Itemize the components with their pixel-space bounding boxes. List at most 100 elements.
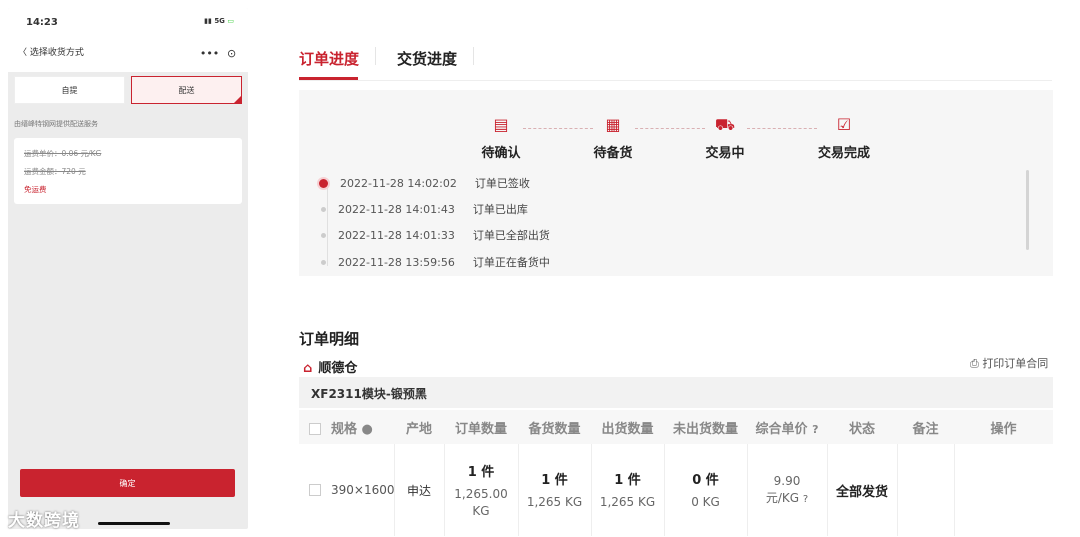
help-icon: ? — [812, 422, 819, 436]
status-bar: 14:23 ▮▮ 5G ▭ — [8, 8, 248, 36]
printer-icon: ⎙ — [970, 357, 979, 370]
cell-stock-qty: 1 件 1,265 KG — [518, 444, 592, 536]
price-unit: 元/KG ? — [748, 490, 827, 508]
col-order-qty: 订单数量 — [444, 410, 518, 444]
timeline-message: 订单正在备货中 — [472, 256, 550, 269]
status-time: 14:23 — [26, 17, 58, 28]
timeline-message: 订单已全部出货 — [472, 229, 550, 242]
pickup-option[interactable]: 自提 — [14, 76, 125, 104]
tab-order-progress[interactable]: 订单进度 — [299, 48, 359, 69]
confirm-button[interactable]: 确定 — [20, 469, 235, 497]
tab-divider — [375, 47, 376, 65]
col-unship-qty: 未出货数量 — [664, 410, 747, 444]
cell-action — [954, 444, 1053, 536]
col-origin: 产地 — [394, 410, 444, 444]
battery-icon: ▭ — [227, 17, 234, 25]
mini-program-capsule: ••• ⊙ — [196, 43, 240, 63]
unship-qty-value: 0 件 — [692, 473, 719, 488]
timeline-item: 2022-11-28 14:02:02 订单已签收 — [319, 174, 530, 192]
col-status: 状态 — [827, 410, 897, 444]
status-value: 全部发货 — [835, 484, 888, 500]
warehouse-icon: ⌂ — [303, 361, 313, 376]
active-tab-indicator — [299, 77, 358, 80]
step-label: 交易完成 — [817, 146, 870, 161]
table-row: 390×1600 申达 1 件 1,265.00 KG 1 件 1,265 KG 1… — [299, 444, 1053, 536]
timeline-item: 2022-11-28 14:01:33 订单已全部出货 — [319, 226, 550, 244]
help-icon: ? — [802, 493, 809, 505]
timeline-scrollbar[interactable] — [1026, 170, 1029, 250]
cell-spec-value: 390×1600 — [331, 483, 395, 498]
tab-delivery-progress[interactable]: 交货进度 — [397, 48, 457, 69]
price-value: 9.90 — [773, 473, 801, 488]
order-tabs: 订单进度 交货进度 — [299, 40, 1052, 81]
timeline-dot-active — [319, 178, 328, 188]
warehouse-label: 顺德仓 — [318, 361, 358, 376]
cell-status: 全部发货 — [827, 444, 898, 536]
order-weight-value: 1,265.00 KG — [454, 486, 508, 518]
tab-divider — [473, 47, 474, 65]
select-all-checkbox[interactable] — [309, 423, 321, 435]
step-label: 待确认 — [481, 146, 521, 161]
step-label: 待备货 — [593, 146, 633, 161]
print-contract-label: 打印订单合同 — [982, 357, 1049, 370]
cell-origin: 申达 — [394, 444, 445, 536]
step-label: 交易中 — [705, 146, 745, 161]
timeline-message: 订单已出库 — [472, 203, 528, 216]
order-qty-value: 1 件 — [467, 464, 495, 480]
cell-spec: 390×1600 — [299, 444, 395, 536]
timeline-dot — [321, 259, 326, 265]
stock-weight-value: 1,265 KG — [526, 495, 583, 509]
price-unit-label: 元/KG — [765, 490, 800, 505]
timeline-item: 2022-11-28 13:59:56 订单正在备货中 — [319, 253, 550, 271]
product-header: XF2311模块-锻预黑 — [299, 377, 1053, 408]
ship-qty-value: 1 件 — [614, 473, 641, 488]
order-progress-panel: ▤ 待确认 ▦ 待备货 ⛟ 交易中 ☑ 交易完成 2022-11-28 14:0… — [299, 90, 1053, 276]
row-checkbox[interactable] — [309, 484, 321, 497]
cell-unit-price: 9.90 元/KG ? — [747, 444, 828, 536]
network-label: 5G — [214, 17, 225, 25]
cell-note — [897, 444, 955, 536]
timeline-time: 2022-11-28 14:01:33 — [338, 228, 455, 242]
phone-screen: 14:23 ▮▮ 5G ▭ 〈 选择收货方式 ••• ⊙ 自提 配送 由缙峰特钢… — [8, 8, 248, 529]
timeline-dot — [321, 232, 326, 238]
stock-qty-value: 1 件 — [541, 473, 568, 488]
timeline-time: 2022-11-28 14:02:02 — [340, 176, 457, 190]
pending-confirm-icon: ▤ — [493, 115, 509, 134]
free-shipping-label: 免运费 — [24, 185, 47, 194]
timeline-message: 订单已签收 — [474, 177, 530, 190]
cell-order-qty: 1 件 1,265.00 KG — [444, 444, 519, 536]
stock-icon: ▦ — [605, 115, 621, 134]
col-spec-label: 规格 — [331, 421, 358, 437]
step-stocking: ▦ 待备货 — [573, 114, 653, 161]
cell-ship-qty: 1 件 1,265 KG — [591, 444, 665, 536]
step-complete: ☑ 交易完成 — [804, 114, 884, 161]
col-note: 备注 — [897, 410, 954, 444]
fee-unit-price: 运费单价：0.06 元/KG — [24, 149, 102, 158]
warehouse-name: ⌂ 顺德仓 — [303, 357, 357, 376]
print-contract-link[interactable]: ⎙ 打印订单合同 — [970, 355, 1048, 371]
timeline-time: 2022-11-28 13:59:56 — [338, 255, 455, 269]
delivery-option[interactable]: 配送 — [131, 76, 242, 104]
back-button[interactable]: 〈 选择收货方式 — [18, 45, 84, 58]
more-icon[interactable]: ••• — [200, 47, 219, 60]
fee-total: 运费金额：720 元 — [24, 167, 86, 176]
provider-note: 由缙峰特钢网提供配送服务 — [14, 120, 98, 128]
col-spec: 规格 ● — [299, 410, 394, 444]
table-header-row: 规格 ● 产地 订单数量 备货数量 出货数量 未出货数量 综合单价 ? 状态 备… — [299, 410, 1053, 444]
fee-card: 运费单价：0.06 元/KG 运费金额：720 元 免运费 — [14, 138, 242, 204]
col-action: 操作 — [954, 410, 1053, 444]
ship-weight-value: 1,265 KG — [599, 495, 656, 509]
home-indicator — [98, 522, 170, 525]
nav-bar: 〈 选择收货方式 ••• ⊙ — [8, 36, 248, 72]
col-unit-price: 综合单价 ? — [747, 410, 827, 444]
col-unit-price-label: 综合单价 — [755, 421, 808, 437]
delivery-method-selector: 自提 配送 — [14, 76, 242, 104]
signal-indicator: ▮▮ 5G ▭ — [204, 17, 234, 25]
unship-weight-value: 0 KG — [691, 495, 720, 509]
close-icon[interactable]: ⊙ — [227, 47, 236, 60]
step-pending-confirm: ▤ 待确认 — [461, 114, 541, 161]
col-ship-qty: 出货数量 — [591, 410, 664, 444]
col-stock-qty: 备货数量 — [518, 410, 591, 444]
order-detail-title: 订单明细 — [299, 330, 360, 348]
cell-unship-qty: 0 件 0 KG — [664, 444, 748, 536]
